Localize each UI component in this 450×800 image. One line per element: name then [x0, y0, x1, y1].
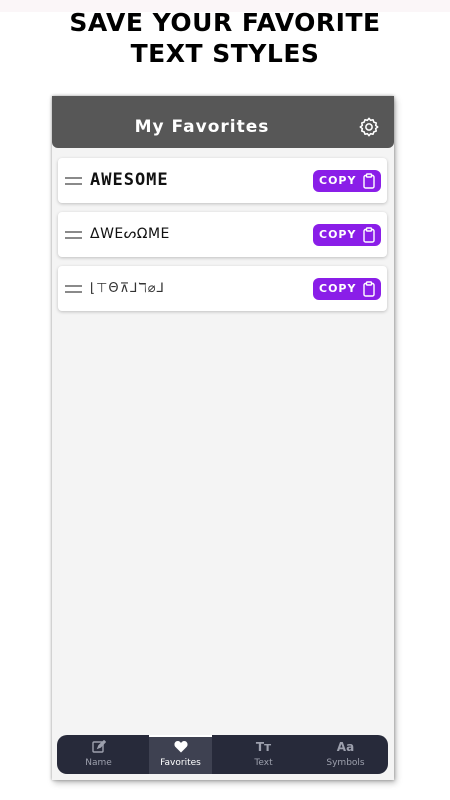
copy-button[interactable]: COPY [313, 224, 381, 246]
promo-headline-line2: TEXT STYLES [130, 39, 320, 68]
app-bar: My Favorites [52, 96, 394, 148]
nav-item-text[interactable]: Tт Text [232, 735, 295, 774]
nav-label-symbols: Symbols [326, 758, 365, 768]
phone-screen: My Favorites AWESOME COPY ΔWEᔕΩME COPY ⌊… [52, 96, 394, 780]
favorite-style-text: AWESOME [90, 170, 169, 190]
copy-button-label: COPY [319, 174, 357, 187]
favorite-card: ⌊⊤Θ⊼⅃ℸ⌀⅃ COPY [58, 266, 387, 311]
nav-item-favorites[interactable]: Favorites [149, 735, 212, 774]
nav-item-symbols[interactable]: Aa Symbols [314, 735, 377, 774]
drag-handle-icon[interactable] [65, 285, 82, 293]
copy-button[interactable]: COPY [313, 170, 381, 192]
favorite-style-text: ⌊⊤Θ⊼⅃ℸ⌀⅃ [90, 281, 165, 296]
promo-headline-line1: SAVE YOUR FAVORITE [69, 8, 381, 37]
active-tab-indicator [149, 735, 212, 737]
favorite-card: AWESOME COPY [58, 158, 387, 203]
edit-icon [67, 739, 130, 754]
clipboard-icon [363, 173, 375, 189]
favorite-style-text: ΔWEᔕΩME [90, 226, 170, 242]
bottom-navigation: Name Favorites Tт Text Aa Symbols [57, 735, 388, 774]
nav-label-text: Text [254, 758, 273, 768]
copy-button-label: COPY [319, 228, 357, 241]
symbols-icon: Aa [336, 740, 355, 754]
gear-icon[interactable] [358, 116, 380, 138]
page-title: My Favorites [134, 117, 270, 137]
nav-item-name[interactable]: Name [67, 735, 130, 774]
text-style-icon: Tт [255, 740, 272, 754]
copy-button-label: COPY [319, 282, 357, 295]
clipboard-icon [363, 281, 375, 297]
nav-label-favorites: Favorites [160, 758, 201, 768]
favorite-card: ΔWEᔕΩME COPY [58, 212, 387, 257]
nav-label-name: Name [85, 758, 112, 768]
drag-handle-icon[interactable] [65, 177, 82, 185]
clipboard-icon [363, 227, 375, 243]
heart-icon [149, 740, 212, 754]
copy-button[interactable]: COPY [313, 278, 381, 300]
drag-handle-icon[interactable] [65, 231, 82, 239]
